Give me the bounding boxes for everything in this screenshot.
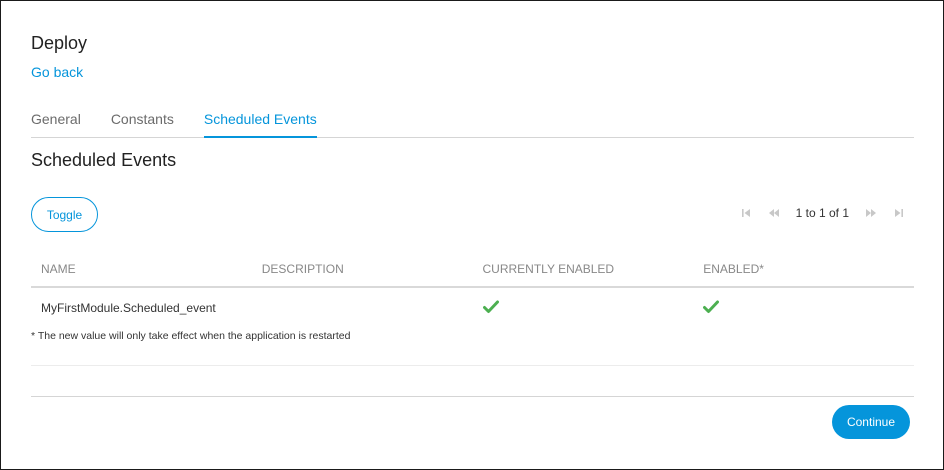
first-page-icon[interactable] — [732, 204, 760, 222]
column-header-description[interactable]: DESCRIPTION — [252, 262, 473, 276]
tab-constants[interactable]: Constants — [111, 101, 174, 138]
section-title: Scheduled Events — [31, 150, 177, 170]
divider — [31, 396, 914, 397]
next-page-icon[interactable] — [857, 204, 885, 222]
toggle-button[interactable]: Toggle — [31, 197, 98, 232]
last-page-icon[interactable] — [885, 204, 913, 222]
page-title: Deploy — [31, 33, 88, 53]
previous-page-icon[interactable] — [760, 204, 788, 222]
continue-button[interactable]: Continue — [832, 405, 910, 439]
checkmark-icon — [703, 300, 720, 314]
column-header-name[interactable]: NAME — [31, 262, 252, 276]
pager-status: 1 to 1 of 1 — [795, 206, 849, 220]
enabled-cell[interactable] — [693, 300, 914, 317]
restart-note: * The new value will only take effect wh… — [31, 330, 351, 342]
scheduled-events-grid: NAME DESCRIPTION CURRENTLY ENABLED ENABL… — [31, 251, 914, 328]
go-back-link[interactable]: Go back — [31, 64, 83, 80]
tab-bar: General Constants Scheduled Events — [31, 101, 914, 138]
column-header-enabled[interactable]: ENABLED* — [693, 262, 914, 276]
divider — [31, 365, 914, 366]
tab-general[interactable]: General — [31, 101, 81, 138]
event-name-cell: MyFirstModule.Scheduled_event — [41, 301, 216, 315]
grid-header: NAME DESCRIPTION CURRENTLY ENABLED ENABL… — [31, 251, 914, 288]
table-row[interactable]: MyFirstModule.Scheduled_event — [31, 288, 914, 328]
currently-enabled-cell — [473, 300, 694, 317]
column-header-currently-enabled[interactable]: CURRENTLY ENABLED — [473, 262, 694, 276]
deploy-window: Deploy Go back General Constants Schedul… — [0, 0, 944, 470]
checkmark-icon — [482, 300, 499, 314]
pagination: 1 to 1 of 1 — [732, 204, 913, 222]
tab-scheduled-events[interactable]: Scheduled Events — [203, 101, 317, 138]
